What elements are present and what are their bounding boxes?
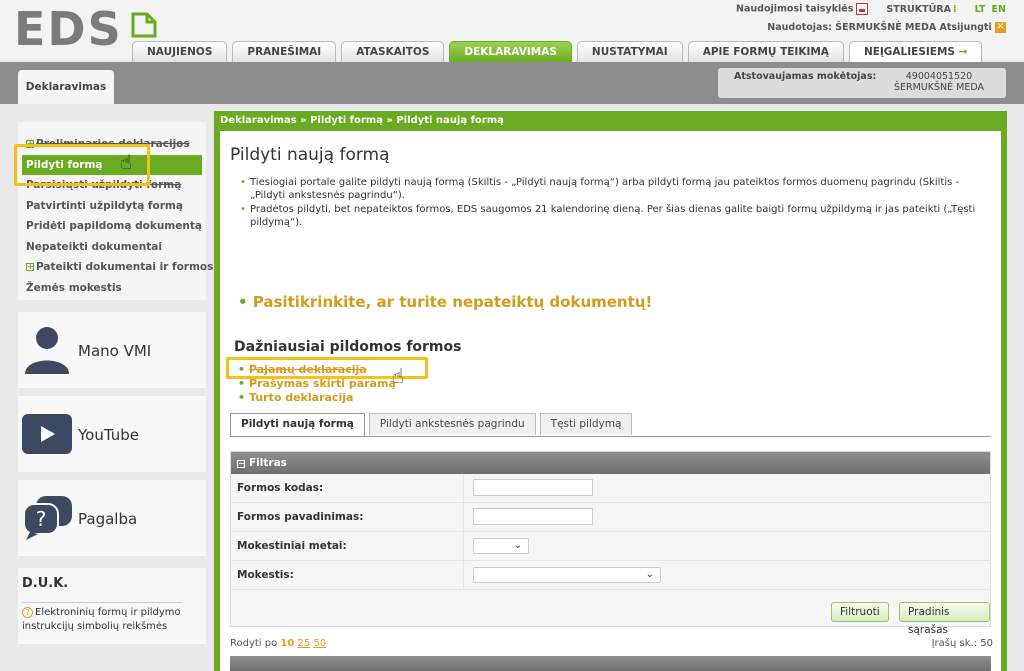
page-size-10[interactable]: 10 xyxy=(280,638,294,649)
lang-lt[interactable]: LT xyxy=(975,4,986,15)
page-size-50[interactable]: 50 xyxy=(313,638,326,649)
sidebar-item-confirm[interactable]: Patvirtinti užpildytą formą xyxy=(18,196,206,217)
pdf-icon xyxy=(856,3,869,15)
tab-continue-filling[interactable]: Tęsti pildymą xyxy=(539,413,633,435)
represented-payer: Atstovaujamas mokėtojas: 49004051520 ŠERM… xyxy=(718,68,1006,98)
page-size: Rodyti po 10 25 50 xyxy=(230,638,327,649)
help-chat-icon: ? xyxy=(23,496,72,540)
intro-list: Tiesiogiai portale galite pildyti naują … xyxy=(240,177,992,231)
user-name: ŠERMUKŠNĖ MEDA xyxy=(835,22,937,33)
page-size-25[interactable]: 25 xyxy=(298,638,311,649)
filter-row-tax: Mokestis: ⌄ xyxy=(231,561,990,590)
filter-header[interactable]: − Filtras xyxy=(231,452,990,474)
expand-icon[interactable]: + xyxy=(26,263,34,271)
structure-link[interactable]: STRUKTŪRA ⁞ xyxy=(886,4,956,15)
sidebar-item-unsubmitted[interactable]: Nepateikti dokumentai xyxy=(18,237,206,258)
youtube-label: YouTube xyxy=(78,426,139,444)
field-label: Mokestis: xyxy=(237,569,294,581)
payer-label: Atstovaujamas mokėtojas: xyxy=(734,71,877,82)
filter-button[interactable]: Filtruoti xyxy=(831,602,889,622)
table-header xyxy=(230,656,991,671)
tab-ataskaitos[interactable]: ATASKAITOS xyxy=(341,41,445,63)
terms-link[interactable]: Naudojimosi taisyklės xyxy=(736,3,869,15)
faq-panel: D.U.K. ? Elektroninių formų ir pildymo in… xyxy=(18,568,206,644)
bullet: • xyxy=(238,293,248,311)
filter-row-code: Formos kodas: xyxy=(231,474,990,503)
pagalba-panel[interactable]: ? Pagalba xyxy=(18,480,206,556)
eds-logo[interactable]: EDS xyxy=(14,4,123,54)
sidebar-item-land-tax[interactable]: Žemės mokestis xyxy=(18,278,206,299)
svg-text:?: ? xyxy=(36,507,47,531)
faq-link[interactable]: ? Elektroninių formų ir pildymo instrukci… xyxy=(22,606,206,634)
chevron-down-icon: ⌄ xyxy=(645,569,654,580)
frequent-form-link[interactable]: • Prašymas skirti paramą xyxy=(238,377,396,391)
filter-row-name: Formos pavadinimas: xyxy=(231,503,990,532)
user-line: Naudotojas: ŠERMUKŠNĖ MEDA Atsijungti ✕ xyxy=(767,22,1006,33)
header: EDS Naudojimosi taisyklės STRUKTŪRA ⁞ LT … xyxy=(0,0,1024,63)
mano-vmi-panel[interactable]: Mano VMI xyxy=(18,312,206,388)
sidebar-item-submitted[interactable]: + Pateikti dokumentai ir formos xyxy=(18,257,213,278)
warning-link[interactable]: • Pasitikrinkite, ar turite nepateiktų d… xyxy=(238,293,652,311)
user-label: Naudotojas: xyxy=(767,22,832,33)
field-label: Formos pavadinimas: xyxy=(237,511,364,523)
tab-nustatymai[interactable]: NUSTATYMAI xyxy=(576,41,683,63)
page-title: Pildyti naują formą xyxy=(230,145,390,165)
document-logo-icon xyxy=(131,12,157,38)
mano-vmi-label: Mano VMI xyxy=(78,342,152,360)
tab-neigaliesiems[interactable]: NEĮGALIESIEMS → xyxy=(848,41,983,63)
breadcrumb[interactable]: Deklaravimas » Pildyti formą » Pildyti n… xyxy=(220,115,504,126)
tab-pranesimai[interactable]: PRANEŠIMAI xyxy=(232,41,337,63)
form-tabs: Pildyti naują formą Pildyti ankstesnės p… xyxy=(230,413,633,436)
frequent-forms-title: Dažniausiai pildomos formos xyxy=(234,339,462,355)
question-icon: ? xyxy=(22,607,33,618)
divider xyxy=(22,602,182,603)
intro-item: Tiesiogiai portale galite pildyti naują … xyxy=(240,177,992,202)
main-nav: NAUJIENOS PRANEŠIMAI ATASKAITOS DEKLARAV… xyxy=(132,41,983,63)
logout-icon[interactable]: ✕ xyxy=(995,22,1006,33)
tree-icon: ⁞ xyxy=(952,3,957,15)
hand-cursor-icon: ☝ xyxy=(392,364,405,388)
logout-link[interactable]: Atsijungti xyxy=(940,22,992,33)
tab-deklaravimas[interactable]: DEKLARAVIMAS xyxy=(449,41,572,63)
filter-row-year: Mokestiniai metai: ⌄ xyxy=(231,532,990,561)
form-name-input[interactable] xyxy=(473,508,593,525)
tab-fill-from-previous[interactable]: Pildyti ankstesnės pagrindu xyxy=(368,413,536,435)
frequent-form-link[interactable]: • Turto deklaracija xyxy=(238,391,396,405)
content-area: Pildyti naują formą Tiesiogiai portale g… xyxy=(220,131,1001,671)
tab-naujienos[interactable]: NAUJIENOS xyxy=(132,41,228,63)
top-links: Naudojimosi taisyklės STRUKTŪRA ⁞ LT EN xyxy=(736,3,1006,15)
reset-list-button[interactable]: Pradinis sąrašas xyxy=(899,602,990,636)
tab-apie-formu-teikima[interactable]: APIE FORMŲ TEIKIMĄ xyxy=(687,41,844,63)
chevron-down-icon: ⌄ xyxy=(513,540,522,551)
form-code-input[interactable] xyxy=(473,479,593,496)
hand-cursor-icon: ☝ xyxy=(120,150,133,174)
filter-panel: − Filtras Formos kodas: Formos pavadinima… xyxy=(230,451,991,636)
user-icon xyxy=(25,327,69,374)
main-panel: Deklaravimas » Pildyti formą » Pildyti n… xyxy=(214,111,1007,671)
youtube-icon xyxy=(22,414,72,454)
pagalba-label: Pagalba xyxy=(78,510,138,528)
field-label: Mokestiniai metai: xyxy=(237,540,347,552)
tabs-divider xyxy=(230,436,991,437)
youtube-panel[interactable]: YouTube xyxy=(18,396,206,472)
intro-item: Pradėtos pildyti, bet nepateiktos formos… xyxy=(240,204,992,229)
faq-title: D.U.K. xyxy=(22,576,69,591)
section-tab-deklaravimas[interactable]: Deklaravimas xyxy=(18,70,114,104)
payer-value: 49004051520 ŠERMUKŠNĖ MEDA xyxy=(893,71,984,93)
tax-select[interactable]: ⌄ xyxy=(473,567,661,583)
lang-en[interactable]: EN xyxy=(992,4,1006,15)
collapse-icon[interactable]: − xyxy=(237,460,245,468)
tax-year-select[interactable]: ⌄ xyxy=(473,538,529,554)
sidebar-item-attach[interactable]: Pridėti papildomą dokumentą xyxy=(18,216,206,237)
record-count: Įrašų sk.: 50 xyxy=(931,638,993,649)
arrow-right-icon: → xyxy=(958,46,968,58)
tab-fill-new-form[interactable]: Pildyti naują formą xyxy=(230,413,365,436)
field-label: Formos kodas: xyxy=(237,482,324,494)
